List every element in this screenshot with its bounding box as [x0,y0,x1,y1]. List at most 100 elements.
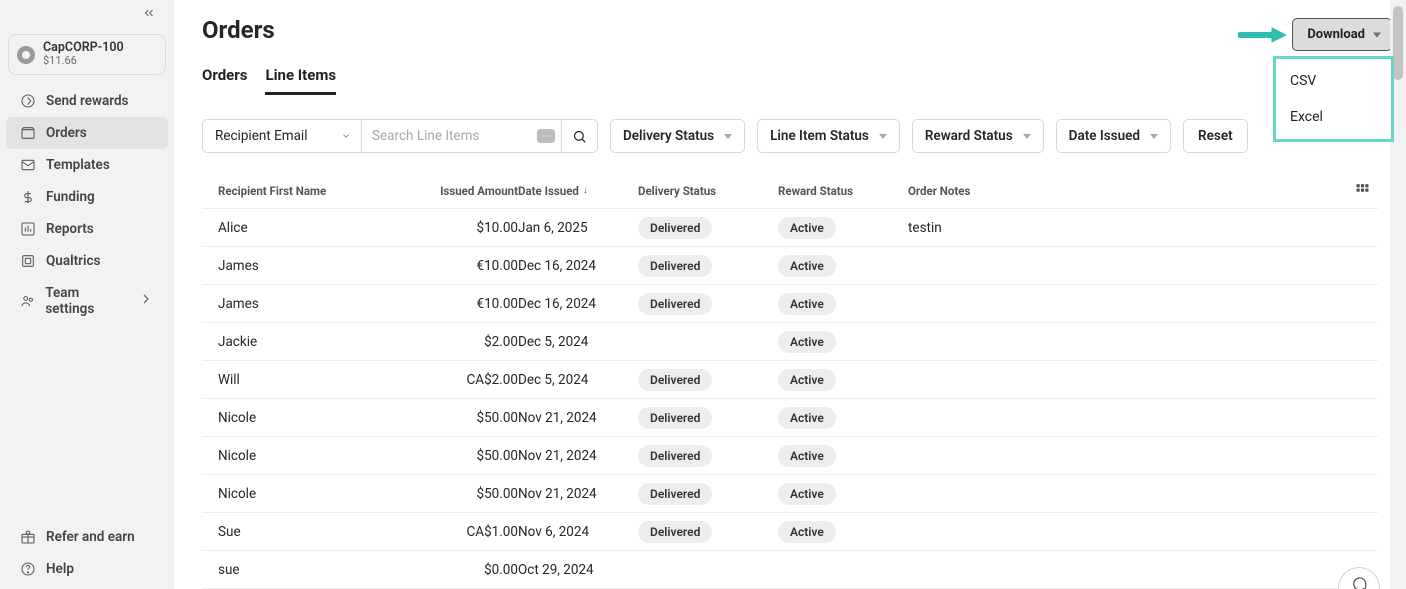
account-switcher[interactable]: CapCORP-100 $11.66 [8,34,166,75]
filter-reward-status[interactable]: Reward Status [912,119,1044,153]
cell-date: Nov 21, 2024 [518,410,638,426]
col-delivery-status[interactable]: Delivery Status [638,184,778,198]
sidebar-item-help[interactable]: Help [6,553,168,585]
cell-amount: CA$1.00 [466,524,518,540]
table-row[interactable]: Sue CA$1.00 Nov 6, 2024 Delivered Active [202,513,1378,551]
table-row[interactable]: James €10.00 Dec 16, 2024 Delivered Acti… [202,285,1378,323]
sidebar-item-label: Help [46,561,74,577]
cell-reward: Active [778,255,908,277]
filter-label: Date Issued [1069,128,1140,144]
caret-down-icon [1150,134,1158,139]
nav: Send rewards Orders Templates Funding Re… [0,85,174,325]
tab-line-items[interactable]: Line Items [265,66,336,95]
cell-name: Sue [218,524,418,540]
kbd-hint-icon: ⋯ [537,129,555,143]
cell-reward: Active [778,369,908,391]
col-date-issued[interactable]: Date Issued ↓ [518,184,638,198]
cell-amount: €10.00 [477,258,519,274]
col-issued-amount[interactable]: Issued Amount [440,184,518,198]
cell-name: sue [218,562,418,578]
sidebar-item-team-settings[interactable]: Team settings [6,277,168,325]
col-recipient-first-name[interactable]: Recipient First Name [218,184,418,198]
table-row[interactable]: sue $0.00 Oct 29, 2024 [202,551,1378,589]
col-reward-status[interactable]: Reward Status [778,184,908,198]
cell-date: Nov 6, 2024 [518,524,638,540]
page-title: Orders [202,16,1378,44]
cell-amount: $10.00 [477,220,519,236]
search-field-select[interactable]: Recipient Email [202,119,362,153]
column-settings-icon[interactable] [1355,182,1370,200]
table-row[interactable]: Alice $10.00 Jan 6, 2025 Delivered Activ… [202,209,1378,247]
caret-down-icon [1023,134,1031,139]
col-label: Date Issued [518,184,579,198]
cell-delivery: Delivered [638,445,778,467]
cell-delivery: Delivered [638,217,778,239]
col-order-notes[interactable]: Order Notes [908,184,1330,198]
cell-reward: Active [778,521,908,543]
table-row[interactable]: Nicole $50.00 Nov 21, 2024 Delivered Act… [202,399,1378,437]
table-row[interactable]: Jackie $2.00 Dec 5, 2024 Active [202,323,1378,361]
table-row[interactable]: Will CA$2.00 Dec 5, 2024 Delivered Activ… [202,361,1378,399]
cell-delivery: Delivered [638,255,778,277]
cell-date: Dec 5, 2024 [518,334,638,350]
sidebar-item-send-rewards[interactable]: Send rewards [6,85,168,117]
cell-name: James [218,258,418,274]
cell-name: Jackie [218,334,418,350]
filter-bar: Recipient Email ⋯ Delivery Status Line I… [202,119,1378,153]
tab-orders[interactable]: Orders [202,66,247,95]
scrollbar-thumb[interactable] [1393,6,1403,80]
sidebar-item-label: Reports [46,221,94,237]
download-button-label: Download [1307,27,1365,42]
cell-reward: Active [778,293,908,315]
account-name: CapCORP-100 [43,41,124,55]
cell-name: Will [218,372,418,388]
cell-reward: Active [778,445,908,467]
account-balance: $11.66 [43,55,124,68]
sidebar-item-funding[interactable]: Funding [6,181,168,213]
download-button[interactable]: Download [1292,18,1392,51]
callout-arrow-icon [1238,26,1286,44]
sidebar-item-refer[interactable]: Refer and earn [6,521,168,553]
cell-delivery: Delivered [638,407,778,429]
filter-label: Delivery Status [623,128,714,144]
cell-name: James [218,296,418,312]
search-button[interactable] [562,119,598,153]
filter-label: Line Item Status [770,128,869,144]
filter-label: Reward Status [925,128,1013,144]
filter-delivery-status[interactable]: Delivery Status [610,119,745,153]
caret-down-icon [724,134,732,139]
sidebar-item-templates[interactable]: Templates [6,149,168,181]
main: Orders Orders Line Items Download CSV Ex… [174,0,1406,589]
cell-reward: Active [778,331,908,353]
cell-name: Nicole [218,410,418,426]
cell-date: Dec 5, 2024 [518,372,638,388]
sidebar-item-label: Templates [46,157,110,173]
filter-date-issued[interactable]: Date Issued [1056,119,1171,153]
table-row[interactable]: Nicole $50.00 Nov 21, 2024 Delivered Act… [202,437,1378,475]
sidebar-item-reports[interactable]: Reports [6,213,168,245]
cell-date: Nov 21, 2024 [518,486,638,502]
table-row[interactable]: James €10.00 Dec 16, 2024 Delivered Acti… [202,247,1378,285]
search-input[interactable] [372,128,532,144]
cell-amount: $50.00 [477,410,519,426]
sidebar-item-label: Send rewards [46,93,129,109]
download-dropdown: CSV Excel [1273,56,1394,142]
filter-line-item-status[interactable]: Line Item Status [757,119,900,153]
collapse-sidebar-icon[interactable] [142,6,156,24]
sidebar-item-label: Orders [46,125,87,141]
search-field-select-label: Recipient Email [215,128,308,144]
table-row[interactable]: Nicole $50.00 Nov 21, 2024 Delivered Act… [202,475,1378,513]
reset-button[interactable]: Reset [1183,119,1248,153]
cell-date: Oct 29, 2024 [518,562,638,578]
cell-reward: Active [778,483,908,505]
sidebar-item-qualtrics[interactable]: Qualtrics [6,245,168,277]
chevron-right-icon [138,291,154,311]
cell-date: Nov 21, 2024 [518,448,638,464]
cell-amount: $50.00 [477,486,519,502]
cell-date: Jan 6, 2025 [518,220,638,236]
cell-reward: Active [778,407,908,429]
download-option-excel[interactable]: Excel [1276,99,1391,135]
sidebar-item-orders[interactable]: Orders [6,117,168,149]
download-option-csv[interactable]: CSV [1276,63,1391,99]
cell-amount: €10.00 [477,296,519,312]
